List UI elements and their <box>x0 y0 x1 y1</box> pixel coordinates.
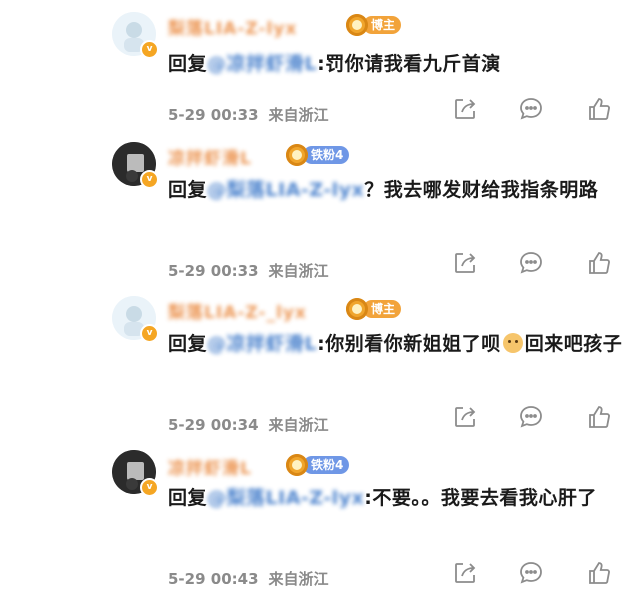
mention-link[interactable]: @梨落LIA-Z-lyx <box>207 487 364 509</box>
thumbs-up-icon[interactable] <box>586 560 612 586</box>
location: 来自浙江 <box>268 416 329 434</box>
thumbs-up-icon[interactable] <box>586 96 612 122</box>
badge-label: 博主 <box>363 300 402 318</box>
username[interactable]: 梨落LIA-Z-lyx <box>168 14 297 39</box>
comment-meta: 5-29 00:33 来自浙江 <box>168 260 329 281</box>
timestamp: 5-29 00:34 <box>168 416 259 434</box>
message: 你别看你新姐姐了呗 <box>325 333 501 355</box>
timestamp: 5-29 00:43 <box>168 570 259 588</box>
mention-link[interactable]: @梨落LIA-Z-lyx <box>207 179 364 201</box>
comment-text: 回复@凉拌虾滑L:你别看你新姐姐了呗 回来吧孩子 <box>168 328 628 360</box>
timestamp: 5-29 00:33 <box>168 106 259 124</box>
reply-prefix: 回复 <box>168 487 208 509</box>
comment-text: 回复@凉拌虾滑L:罚你请我看九斤首演 <box>168 48 628 80</box>
comment-text: 回复@梨落LIA-Z-lyx:不要。。我要去看我心肝了 <box>168 482 628 514</box>
message: ？我去哪发财给我指条明路 <box>364 179 599 201</box>
owner-badge: 博主 <box>346 14 402 36</box>
location: 来自浙江 <box>268 106 329 124</box>
fan-badge: 铁粉4 <box>286 144 350 166</box>
comment-meta: 5-29 00:43 来自浙江 <box>168 568 329 589</box>
message-continued: 回来吧孩子 <box>524 333 623 355</box>
comment-icon[interactable] <box>518 250 544 276</box>
share-icon[interactable] <box>452 560 478 586</box>
comment-meta: 5-29 00:33 来自浙江 <box>168 104 329 125</box>
medal-icon <box>286 144 308 166</box>
location: 来自浙江 <box>268 570 329 588</box>
comment-icon[interactable] <box>518 96 544 122</box>
share-icon[interactable] <box>452 96 478 122</box>
message: 不要。。我要去看我心肝了 <box>372 487 597 509</box>
share-icon[interactable] <box>452 404 478 430</box>
comment-icon[interactable] <box>518 560 544 586</box>
reply-prefix: 回复 <box>168 179 208 201</box>
dog-emoji-icon <box>502 333 523 353</box>
verified-icon: v <box>140 170 159 189</box>
reply-prefix: 回复 <box>168 333 208 355</box>
badge-label: 博主 <box>363 16 402 34</box>
avatar[interactable]: v <box>112 12 159 59</box>
medal-icon <box>346 298 368 320</box>
thumbs-up-icon[interactable] <box>586 404 612 430</box>
username[interactable]: 凉拌虾滑L <box>168 454 252 479</box>
reply-prefix: 回复 <box>168 53 208 75</box>
owner-badge: 博主 <box>346 298 402 320</box>
verified-icon: v <box>140 478 159 497</box>
badge-label: 铁粉4 <box>303 146 350 164</box>
share-icon[interactable] <box>452 250 478 276</box>
comment-meta: 5-29 00:34 来自浙江 <box>168 414 329 435</box>
badge-label: 铁粉4 <box>303 456 350 474</box>
mention-link[interactable]: @凉拌虾滑L <box>207 333 317 355</box>
avatar[interactable]: v <box>112 296 159 343</box>
verified-icon: v <box>140 324 159 343</box>
fan-badge: 铁粉4 <box>286 454 350 476</box>
message: 罚你请我看九斤首演 <box>325 53 501 75</box>
username[interactable]: 凉拌虾滑L <box>168 144 252 169</box>
comment-text: 回复@梨落LIA-Z-lyx？我去哪发财给我指条明路 <box>168 174 628 206</box>
mention-link[interactable]: @凉拌虾滑L <box>207 53 317 75</box>
medal-icon <box>286 454 308 476</box>
verified-icon: v <box>140 40 159 59</box>
thumbs-up-icon[interactable] <box>586 250 612 276</box>
avatar[interactable]: v <box>112 142 159 189</box>
username[interactable]: 梨落LIA-Z-_lyx <box>168 298 307 323</box>
avatar[interactable]: v <box>112 450 159 497</box>
comment-icon[interactable] <box>518 404 544 430</box>
timestamp: 5-29 00:33 <box>168 262 259 280</box>
location: 来自浙江 <box>268 262 329 280</box>
medal-icon <box>346 14 368 36</box>
